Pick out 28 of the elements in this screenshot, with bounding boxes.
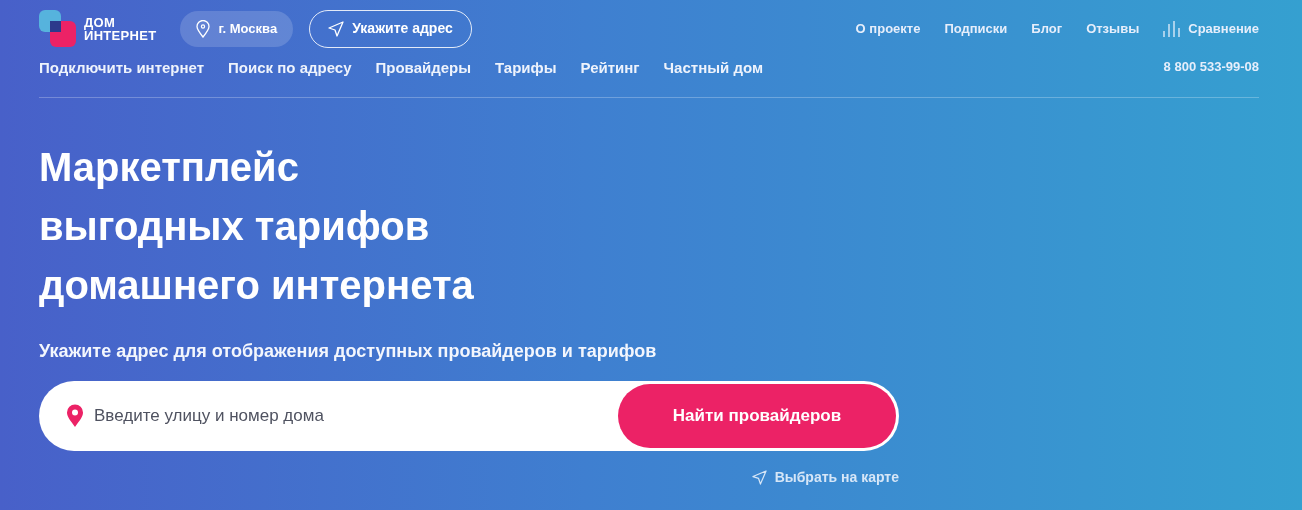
hero-title: домашнего интернета bbox=[39, 262, 475, 309]
nav-link[interactable]: Подписки bbox=[944, 18, 1008, 39]
navigation-arrow-icon bbox=[328, 20, 345, 37]
location-pin-icon bbox=[196, 19, 211, 38]
location-pin-icon bbox=[66, 404, 84, 428]
city-button[interactable]: г. Москва bbox=[180, 10, 294, 47]
hero-subtitle: Укажите адрес для отображения доступных провайдеров и тарифов bbox=[39, 340, 658, 363]
address-search-field[interactable]: Введите улицу и номер дома Найти провайдеров bbox=[39, 381, 899, 451]
nav-link[interactable]: Подключить интернет bbox=[39, 57, 205, 80]
nav-link[interactable]: Частный дом bbox=[663, 57, 763, 80]
bars-icon bbox=[1163, 20, 1181, 37]
nav-link[interactable]: Рейтинг bbox=[580, 57, 640, 80]
phone-link[interactable]: 8 800 533-99-08 bbox=[1163, 57, 1259, 77]
navigation-arrow-icon bbox=[751, 470, 767, 485]
nav-link[interactable]: Поиск по адресу bbox=[228, 57, 352, 80]
nav-link[interactable]: Отзывы bbox=[1086, 18, 1140, 39]
nav-link[interactable]: О проекте bbox=[855, 18, 921, 39]
compare-link[interactable]: Сравнение bbox=[1163, 18, 1259, 39]
hero-title: выгодных тарифов bbox=[39, 203, 431, 250]
logo-icon bbox=[39, 10, 76, 47]
logo-text: ДОМ bbox=[84, 15, 116, 29]
find-providers-button[interactable]: Найти провайдеров bbox=[618, 384, 896, 448]
choose-on-map-link[interactable]: Выбрать на карте bbox=[751, 467, 899, 488]
nav-link[interactable]: Блог bbox=[1031, 18, 1063, 39]
nav-link[interactable]: Тарифы bbox=[495, 57, 557, 80]
hero-title: Маркетплейс bbox=[39, 144, 300, 191]
nav-link[interactable]: Провайдеры bbox=[375, 57, 472, 80]
logo-text: ИНТЕРНЕТ bbox=[84, 28, 157, 42]
